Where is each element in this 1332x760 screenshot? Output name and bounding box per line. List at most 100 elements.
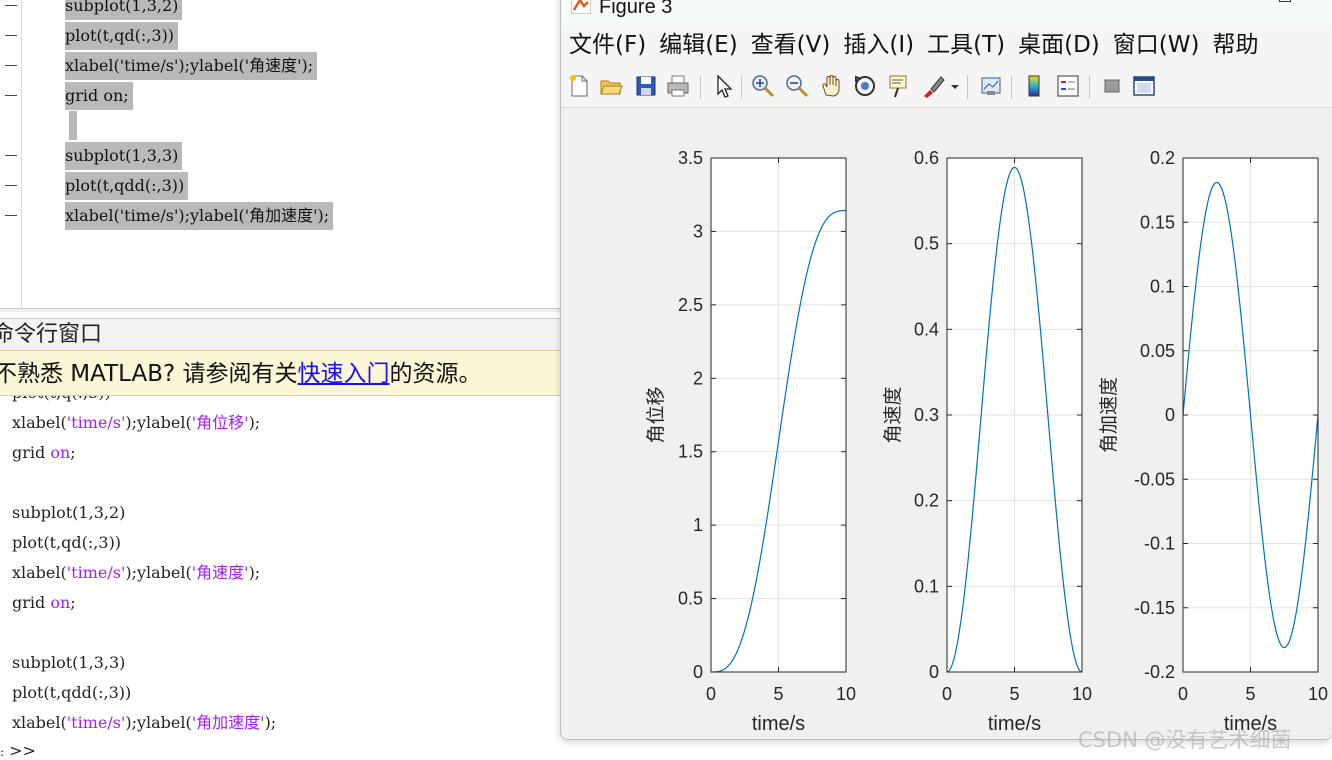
figure-title: Figure 3 (599, 0, 673, 18)
editor-line[interactable]: subplot(1,3,2) (0, 0, 560, 21)
figure-menubar: 文件(F) 编辑(E) 查看(V) 插入(I) 工具(T) 桌面(D) 窗口(W) 帮助 (561, 25, 1332, 65)
cmd-line: grid on; (12, 443, 76, 462)
line-marker (5, 155, 17, 156)
y-tick-label: 0.6 (914, 148, 939, 168)
x-tick-label: 5 (1245, 684, 1255, 704)
data-cursor-icon[interactable] (886, 73, 912, 99)
cmd-line: xlabel('time/s');ylabel('角位移'); (12, 413, 261, 432)
save-icon[interactable] (633, 73, 659, 99)
y-tick-label: 1.5 (678, 442, 703, 462)
line-marker (5, 35, 17, 36)
cmd-line: grid on; (12, 593, 76, 612)
subplot-axes: 0 5 10 0 0.1 0.2 0.3 0.4 0.5 0.6 time/s 角速度 (882, 148, 1092, 735)
x-tick-label: 10 (1072, 684, 1092, 704)
colorbar-icon[interactable] (1021, 73, 1047, 99)
figure-titlebar[interactable]: Figure 3 (561, 0, 1332, 25)
line-marker (5, 95, 17, 96)
cmd-line: xlabel('time/s');ylabel('角加速度'); (12, 713, 277, 732)
x-axis-label: time/s (752, 713, 805, 735)
editor-code[interactable]: xlabel('time/s');ylabel('角速度'); (65, 52, 318, 80)
maximize-button[interactable] (1279, 0, 1291, 2)
link-plot-icon[interactable] (978, 73, 1004, 99)
y-tick-label: 0 (929, 662, 939, 682)
editor-line[interactable]: plot(t,qdd(:,3)) (0, 171, 560, 201)
menu-insert[interactable]: 插入(I) (835, 25, 919, 65)
open-file-icon[interactable] (598, 73, 624, 99)
editor-line[interactable]: grid on; (0, 81, 560, 111)
y-tick-label: -0.05 (1134, 469, 1175, 489)
x-tick-label: 5 (1009, 684, 1019, 704)
y-tick-label: 0.2 (914, 491, 939, 511)
hide-plot-tools-icon[interactable] (1099, 73, 1125, 99)
pan-hand-icon[interactable] (818, 73, 844, 99)
legend-icon[interactable] (1055, 73, 1081, 99)
y-tick-label: -0.2 (1144, 662, 1175, 682)
figure-canvas[interactable]: 0 5 10 0 0.5 1 1.5 2 2.5 3 3.5 time/s 角位移 0 5 10 0 0.1 0.2… (561, 108, 1332, 740)
editor-code[interactable]: subplot(1,3,2) (65, 0, 183, 20)
menu-help[interactable]: 帮助 (1204, 25, 1263, 65)
menu-file[interactable]: 文件(F) (561, 25, 651, 65)
editor-line[interactable]: plot(t,qd(:,3)) (0, 21, 560, 51)
y-tick-label: 0.5 (678, 589, 703, 609)
brush-icon[interactable] (920, 73, 946, 99)
x-tick-label: 5 (773, 684, 783, 704)
line-marker (5, 185, 17, 186)
y-axis-label: 角加速度 (1098, 377, 1120, 453)
command-window-title: 命令行窗口 (0, 318, 560, 350)
toolbar-separator (1089, 75, 1090, 99)
code-editor[interactable]: subplot(1,3,2) plot(t,qd(:,3)) xlabel('t… (0, 0, 560, 312)
editor-splitter[interactable] (0, 308, 560, 312)
x-axis-label: time/s (988, 713, 1041, 735)
toolbar-separator (741, 75, 742, 99)
menu-desktop[interactable]: 桌面(D) (1010, 25, 1105, 65)
getting-started-notice: 不熟悉 MATLAB? 请参阅有关快速入门的资源。 (0, 350, 560, 396)
show-plot-tools-icon[interactable] (1131, 73, 1157, 99)
line-marker (5, 65, 17, 66)
subplots-svg[interactable]: 0 5 10 0 0.5 1 1.5 2 2.5 3 3.5 time/s 角位移 0 5 10 0 0.1 0.2… (561, 108, 1332, 740)
quick-start-link[interactable]: 快速入门 (298, 361, 390, 387)
toolbar-separator (1011, 75, 1012, 99)
y-tick-label: -0.1 (1144, 534, 1175, 554)
y-tick-label: 0 (693, 662, 703, 682)
menu-edit[interactable]: 编辑(E) (651, 25, 742, 65)
menu-view[interactable]: 查看(V) (743, 25, 836, 65)
cmd-line: plot(t,qdd(:,3)) (12, 683, 132, 702)
chevron-down-icon[interactable] (949, 73, 961, 99)
notice-suffix: 的资源。 (389, 361, 482, 387)
y-tick-label: 0 (1165, 405, 1175, 425)
figure-window[interactable]: Figure 3 文件(F) 编辑(E) 查看(V) 插入(I) 工具(T) 桌面(D) 窗… (560, 0, 1332, 740)
editor-code[interactable]: xlabel('time/s');ylabel('角加速度'); (65, 202, 334, 230)
editor-code[interactable]: grid on; (65, 82, 133, 110)
x-tick-label: 10 (836, 684, 856, 704)
menu-window[interactable]: 窗口(W) (1105, 25, 1205, 65)
y-tick-label: 0.15 (1140, 212, 1175, 232)
editor-code[interactable]: plot(t,qdd(:,3)) (65, 172, 189, 200)
command-prompt[interactable]: : >> (0, 741, 36, 760)
x-tick-label: 0 (1178, 684, 1188, 704)
zoom-in-icon[interactable] (750, 73, 776, 99)
editor-code[interactable]: plot(t,qd(:,3)) (65, 22, 179, 50)
editor-code[interactable]: subplot(1,3,3) (65, 142, 183, 170)
rotate-3d-icon[interactable] (852, 73, 878, 99)
command-window-body[interactable]: plot(t,q(:,3)) xlabel('time/s');ylabel('… (0, 396, 560, 760)
y-tick-label: 0.3 (914, 405, 939, 425)
zoom-out-icon[interactable] (784, 73, 810, 99)
matlab-logo-icon (571, 0, 591, 14)
menu-tools[interactable]: 工具(T) (919, 25, 1010, 65)
pointer-icon[interactable] (710, 73, 736, 99)
y-tick-label: 0.05 (1140, 341, 1175, 361)
editor-line[interactable]: xlabel('time/s');ylabel('角速度'); (0, 51, 560, 81)
cmd-line: plot(t,q(:,3)) (12, 396, 111, 408)
editor-line[interactable]: xlabel('time/s');ylabel('角加速度'); (0, 201, 560, 231)
editor-line[interactable]: subplot(1,3,3) (0, 141, 560, 171)
command-window-title-text: 命令行窗口 (0, 322, 103, 347)
y-tick-label: 0.1 (914, 576, 939, 596)
cmd-line: subplot(1,3,2) (12, 503, 126, 522)
new-figure-icon[interactable] (566, 73, 592, 99)
print-icon[interactable] (665, 73, 691, 99)
editor-selection-blank (69, 111, 77, 140)
cmd-line: subplot(1,3,3) (12, 653, 126, 672)
cmd-line: xlabel('time/s');ylabel('角速度'); (12, 563, 261, 582)
notice-prefix: 不熟悉 MATLAB? 请参阅有关 (0, 361, 298, 387)
line-marker (5, 5, 17, 6)
